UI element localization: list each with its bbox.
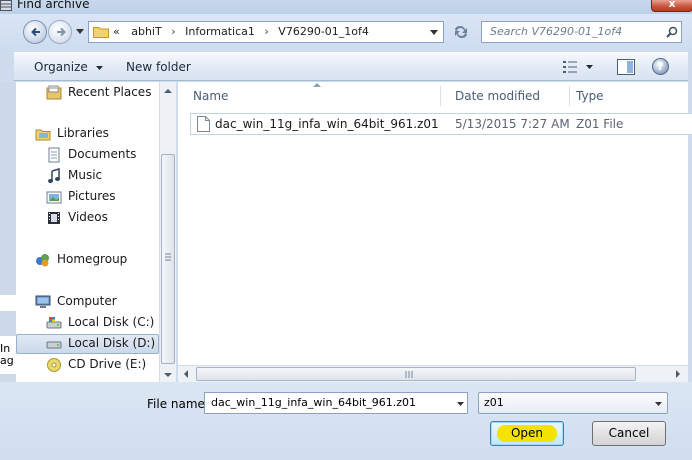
forward-button[interactable] <box>48 20 72 44</box>
nav-item-label: Libraries <box>57 126 109 140</box>
back-arrow-icon <box>31 27 40 37</box>
file-type: Z01 File <box>576 117 624 131</box>
views-dropdown-icon[interactable] <box>586 65 593 69</box>
new-folder-button[interactable]: New folder <box>126 60 191 74</box>
file-type-select[interactable]: z01 <box>478 392 668 414</box>
folder-icon <box>93 27 109 38</box>
nav-item-label: Computer <box>57 294 117 308</box>
column-header-name[interactable]: Name <box>178 82 440 110</box>
pictures-icon <box>46 191 62 204</box>
cancel-button[interactable]: Cancel <box>592 421 666 446</box>
views-icon[interactable] <box>562 60 578 74</box>
chevron-down-icon <box>655 402 662 406</box>
breadcrumb-separator[interactable]: › <box>264 25 268 38</box>
preview-pane-icon[interactable] <box>617 59 635 75</box>
libraries-icon <box>35 129 51 141</box>
nav-item-label: Music <box>68 168 103 182</box>
videos-icon <box>48 212 60 224</box>
homegroup-icon <box>36 254 49 267</box>
address-dropdown-icon[interactable] <box>430 30 438 35</box>
breadcrumb: « abhiT › Informatica1 › V76290-01_1of4 <box>113 25 369 38</box>
nav-item-label: Pictures <box>68 189 116 203</box>
window-title: Find archive <box>17 0 90 11</box>
file-name-value: dac_win_11g_infa_win_64bit_961.z01 <box>211 396 417 409</box>
breadcrumb-item[interactable]: Informatica1 <box>185 25 255 38</box>
file-type-value: z01 <box>484 396 504 409</box>
file-name: dac_win_11g_infa_win_64bit_961.z01 <box>215 117 439 131</box>
scrollbar-thumb[interactable] <box>196 367 636 381</box>
nav-item-label: Recent Places <box>68 85 152 99</box>
column-header-label: Type <box>576 89 604 103</box>
file-name-label: File name: <box>147 397 209 411</box>
archive-icon <box>0 0 12 11</box>
search-placeholder: Search V76290-01_1of4 <box>490 25 623 38</box>
close-button[interactable]: x <box>651 0 692 12</box>
file-icon <box>197 116 210 132</box>
scroll-up-arrow-icon[interactable] <box>160 84 176 98</box>
column-header-label: Name <box>193 89 229 103</box>
organize-button[interactable]: Organize <box>34 60 103 74</box>
back-button[interactable] <box>23 20 47 44</box>
refresh-icon[interactable] <box>452 25 470 39</box>
music-icon <box>48 168 60 183</box>
nav-item-label: CD Drive (E:) <box>68 357 147 371</box>
scroll-left-arrow-icon[interactable] <box>182 369 190 379</box>
search-icon[interactable] <box>666 26 678 38</box>
breadcrumb-item[interactable]: abhiT <box>131 25 161 38</box>
file-date-modified: 5/13/2015 7:27 AM <box>455 117 570 131</box>
file-list: Name Date modified Type dac_win_11g_infa… <box>178 82 692 382</box>
nav-item-label: Local Disk (C:) <box>68 315 155 329</box>
forward-arrow-icon <box>57 27 66 37</box>
documents-icon <box>48 147 60 163</box>
open-button[interactable]: Open <box>490 421 564 446</box>
address-bar[interactable]: « abhiT › Informatica1 › V76290-01_1of4 <box>88 21 444 43</box>
grip-icon <box>405 371 413 378</box>
search-input[interactable]: Search V76290-01_1of4 <box>481 21 682 43</box>
scrollbar-thumb[interactable] <box>161 154 175 364</box>
recent-places-icon <box>46 85 62 100</box>
scroll-right-arrow-icon[interactable] <box>674 369 682 379</box>
cd-drive-icon <box>47 358 61 372</box>
computer-icon <box>35 295 51 308</box>
title-bar: Find archive x <box>0 0 692 14</box>
nav-item-label: Local Disk (D:) <box>68 336 156 350</box>
organize-label: Organize <box>34 60 88 74</box>
command-bar: Organize New folder ? <box>14 52 688 81</box>
nav-item-label: Homegroup <box>57 252 128 266</box>
close-icon: x <box>668 0 676 10</box>
column-header-date-modified[interactable]: Date modified <box>440 82 571 110</box>
breadcrumb-overflow[interactable]: « <box>113 25 120 38</box>
file-row[interactable]: dac_win_11g_infa_win_64bit_961.z01 5/13/… <box>190 113 692 135</box>
background-text-line: ag <box>0 354 14 367</box>
recent-locations-dropdown-icon[interactable] <box>76 29 84 35</box>
nav-item-label: Documents <box>68 147 137 161</box>
help-icon[interactable]: ? <box>652 58 669 75</box>
nav-item-label: Videos <box>68 210 108 224</box>
column-header-type[interactable]: Type <box>561 82 681 110</box>
file-name-dropdown-icon[interactable] <box>457 402 464 406</box>
nav-vertical-scrollbar[interactable] <box>159 82 176 382</box>
breadcrumb-separator[interactable]: › <box>171 25 175 38</box>
local-disk-icon <box>46 317 62 329</box>
chevron-down-icon <box>95 65 103 70</box>
file-list-horizontal-scrollbar[interactable] <box>178 365 688 382</box>
scroll-down-arrow-icon[interactable] <box>160 368 176 382</box>
file-name-input[interactable]: dac_win_11g_infa_win_64bit_961.z01 <box>204 392 468 414</box>
local-disk-icon <box>46 341 62 349</box>
grip-icon <box>165 253 171 261</box>
background-window-text: In ag <box>0 343 14 367</box>
background-window-fragment <box>0 295 16 311</box>
open-button-label: Open <box>510 426 544 440</box>
column-header-label: Date modified <box>455 89 541 103</box>
breadcrumb-item[interactable]: V76290-01_1of4 <box>278 25 369 38</box>
